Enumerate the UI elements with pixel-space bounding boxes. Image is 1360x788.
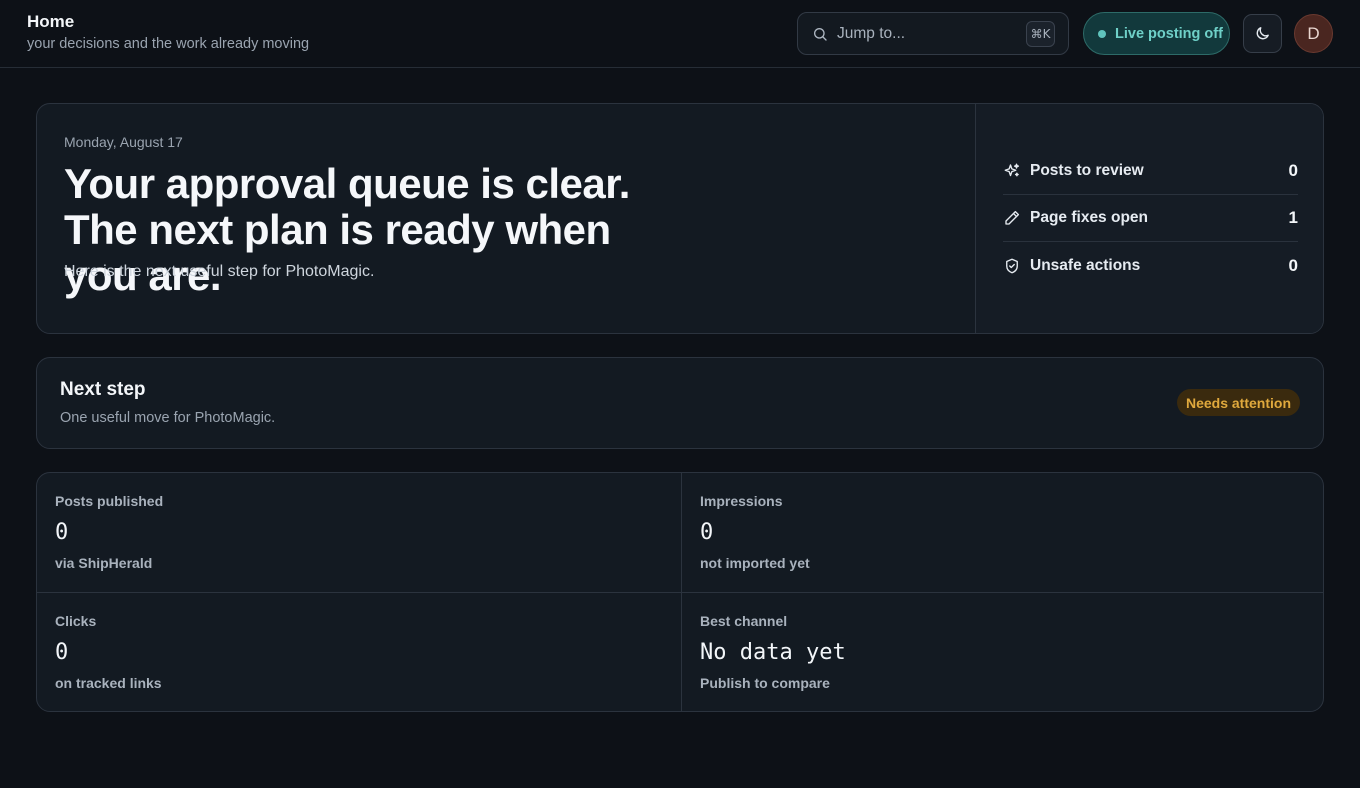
moon-icon xyxy=(1256,27,1269,40)
stat-label: Page fixes open xyxy=(1030,209,1149,226)
metric-sub: Publish to compare xyxy=(700,675,830,691)
stat-page-fixes-open[interactable]: Page fixes open 1 xyxy=(1003,195,1298,242)
stat-value: 1 xyxy=(1288,208,1298,227)
shield-icon xyxy=(1006,258,1018,273)
search-placeholder: Jump to... xyxy=(837,24,906,42)
search-icon xyxy=(814,27,827,41)
metric-label: Best channel xyxy=(700,613,788,629)
hero-date: Monday, August 17 xyxy=(64,134,183,150)
next-step-subtitle: One useful move for PhotoMagic. xyxy=(60,410,276,426)
live-posting-label: Live posting off xyxy=(1115,25,1223,42)
stat-value: 0 xyxy=(1288,255,1298,275)
metric-posts-published: Posts published 0 via ShipHerald xyxy=(37,473,681,592)
theme-toggle-button[interactable] xyxy=(1243,14,1282,53)
page-title: Home xyxy=(27,12,75,31)
metric-sub: via ShipHerald xyxy=(55,555,153,571)
metric-value: No data yet xyxy=(700,640,846,665)
metric-impressions: Impressions 0 not imported yet xyxy=(681,473,1323,592)
hero-summary: Monday, August 17 Your approval queue is… xyxy=(37,104,975,333)
metric-label: Posts published xyxy=(55,493,164,509)
stat-unsafe-actions[interactable]: Unsafe actions 0 xyxy=(1003,242,1298,289)
hero-description: Here is the next useful step for PhotoMa… xyxy=(64,263,375,280)
metric-value: 0 xyxy=(700,520,714,545)
metric-clicks: Clicks 0 on tracked links xyxy=(37,592,681,711)
stat-posts-to-review[interactable]: Posts to review 0 xyxy=(1003,148,1298,195)
top-bar: Home your decisions and the work already… xyxy=(0,0,1360,68)
hero-card: Monday, August 17 Your approval queue is… xyxy=(36,103,1324,334)
stat-value: 0 xyxy=(1288,161,1298,180)
shortcut-hint: ⌘K xyxy=(1026,21,1055,47)
page-subtitle: your decisions and the work already movi… xyxy=(27,36,310,52)
hero-stats: Posts to review 0 Page fixes open 1 Unsa… xyxy=(975,104,1323,333)
metric-value: 0 xyxy=(55,520,69,545)
stat-label: Unsafe actions xyxy=(1030,256,1141,274)
jump-to-search[interactable]: Jump to... ⌘K xyxy=(797,12,1069,55)
next-step-card[interactable]: Next step One useful move for PhotoMagic… xyxy=(36,357,1324,449)
status-badge: Needs attention xyxy=(1176,389,1300,416)
metric-sub: on tracked links xyxy=(55,675,162,691)
pencil-icon xyxy=(1005,210,1020,225)
metric-sub: not imported yet xyxy=(700,555,810,571)
stat-label: Posts to review xyxy=(1030,162,1144,179)
sparkle-icon xyxy=(1004,163,1020,177)
status-dot-icon xyxy=(1098,29,1106,38)
next-step-title: Next step xyxy=(60,379,146,400)
metrics-grid: Posts published 0 via ShipHerald Impress… xyxy=(36,472,1324,712)
live-posting-toggle[interactable]: Live posting off xyxy=(1083,12,1230,55)
avatar[interactable]: D xyxy=(1294,14,1333,53)
metric-label: Impressions xyxy=(700,493,783,509)
metric-value: 0 xyxy=(55,640,69,665)
metric-label: Clicks xyxy=(55,613,97,629)
metric-best-channel: Best channel No data yet Publish to comp… xyxy=(681,592,1323,711)
